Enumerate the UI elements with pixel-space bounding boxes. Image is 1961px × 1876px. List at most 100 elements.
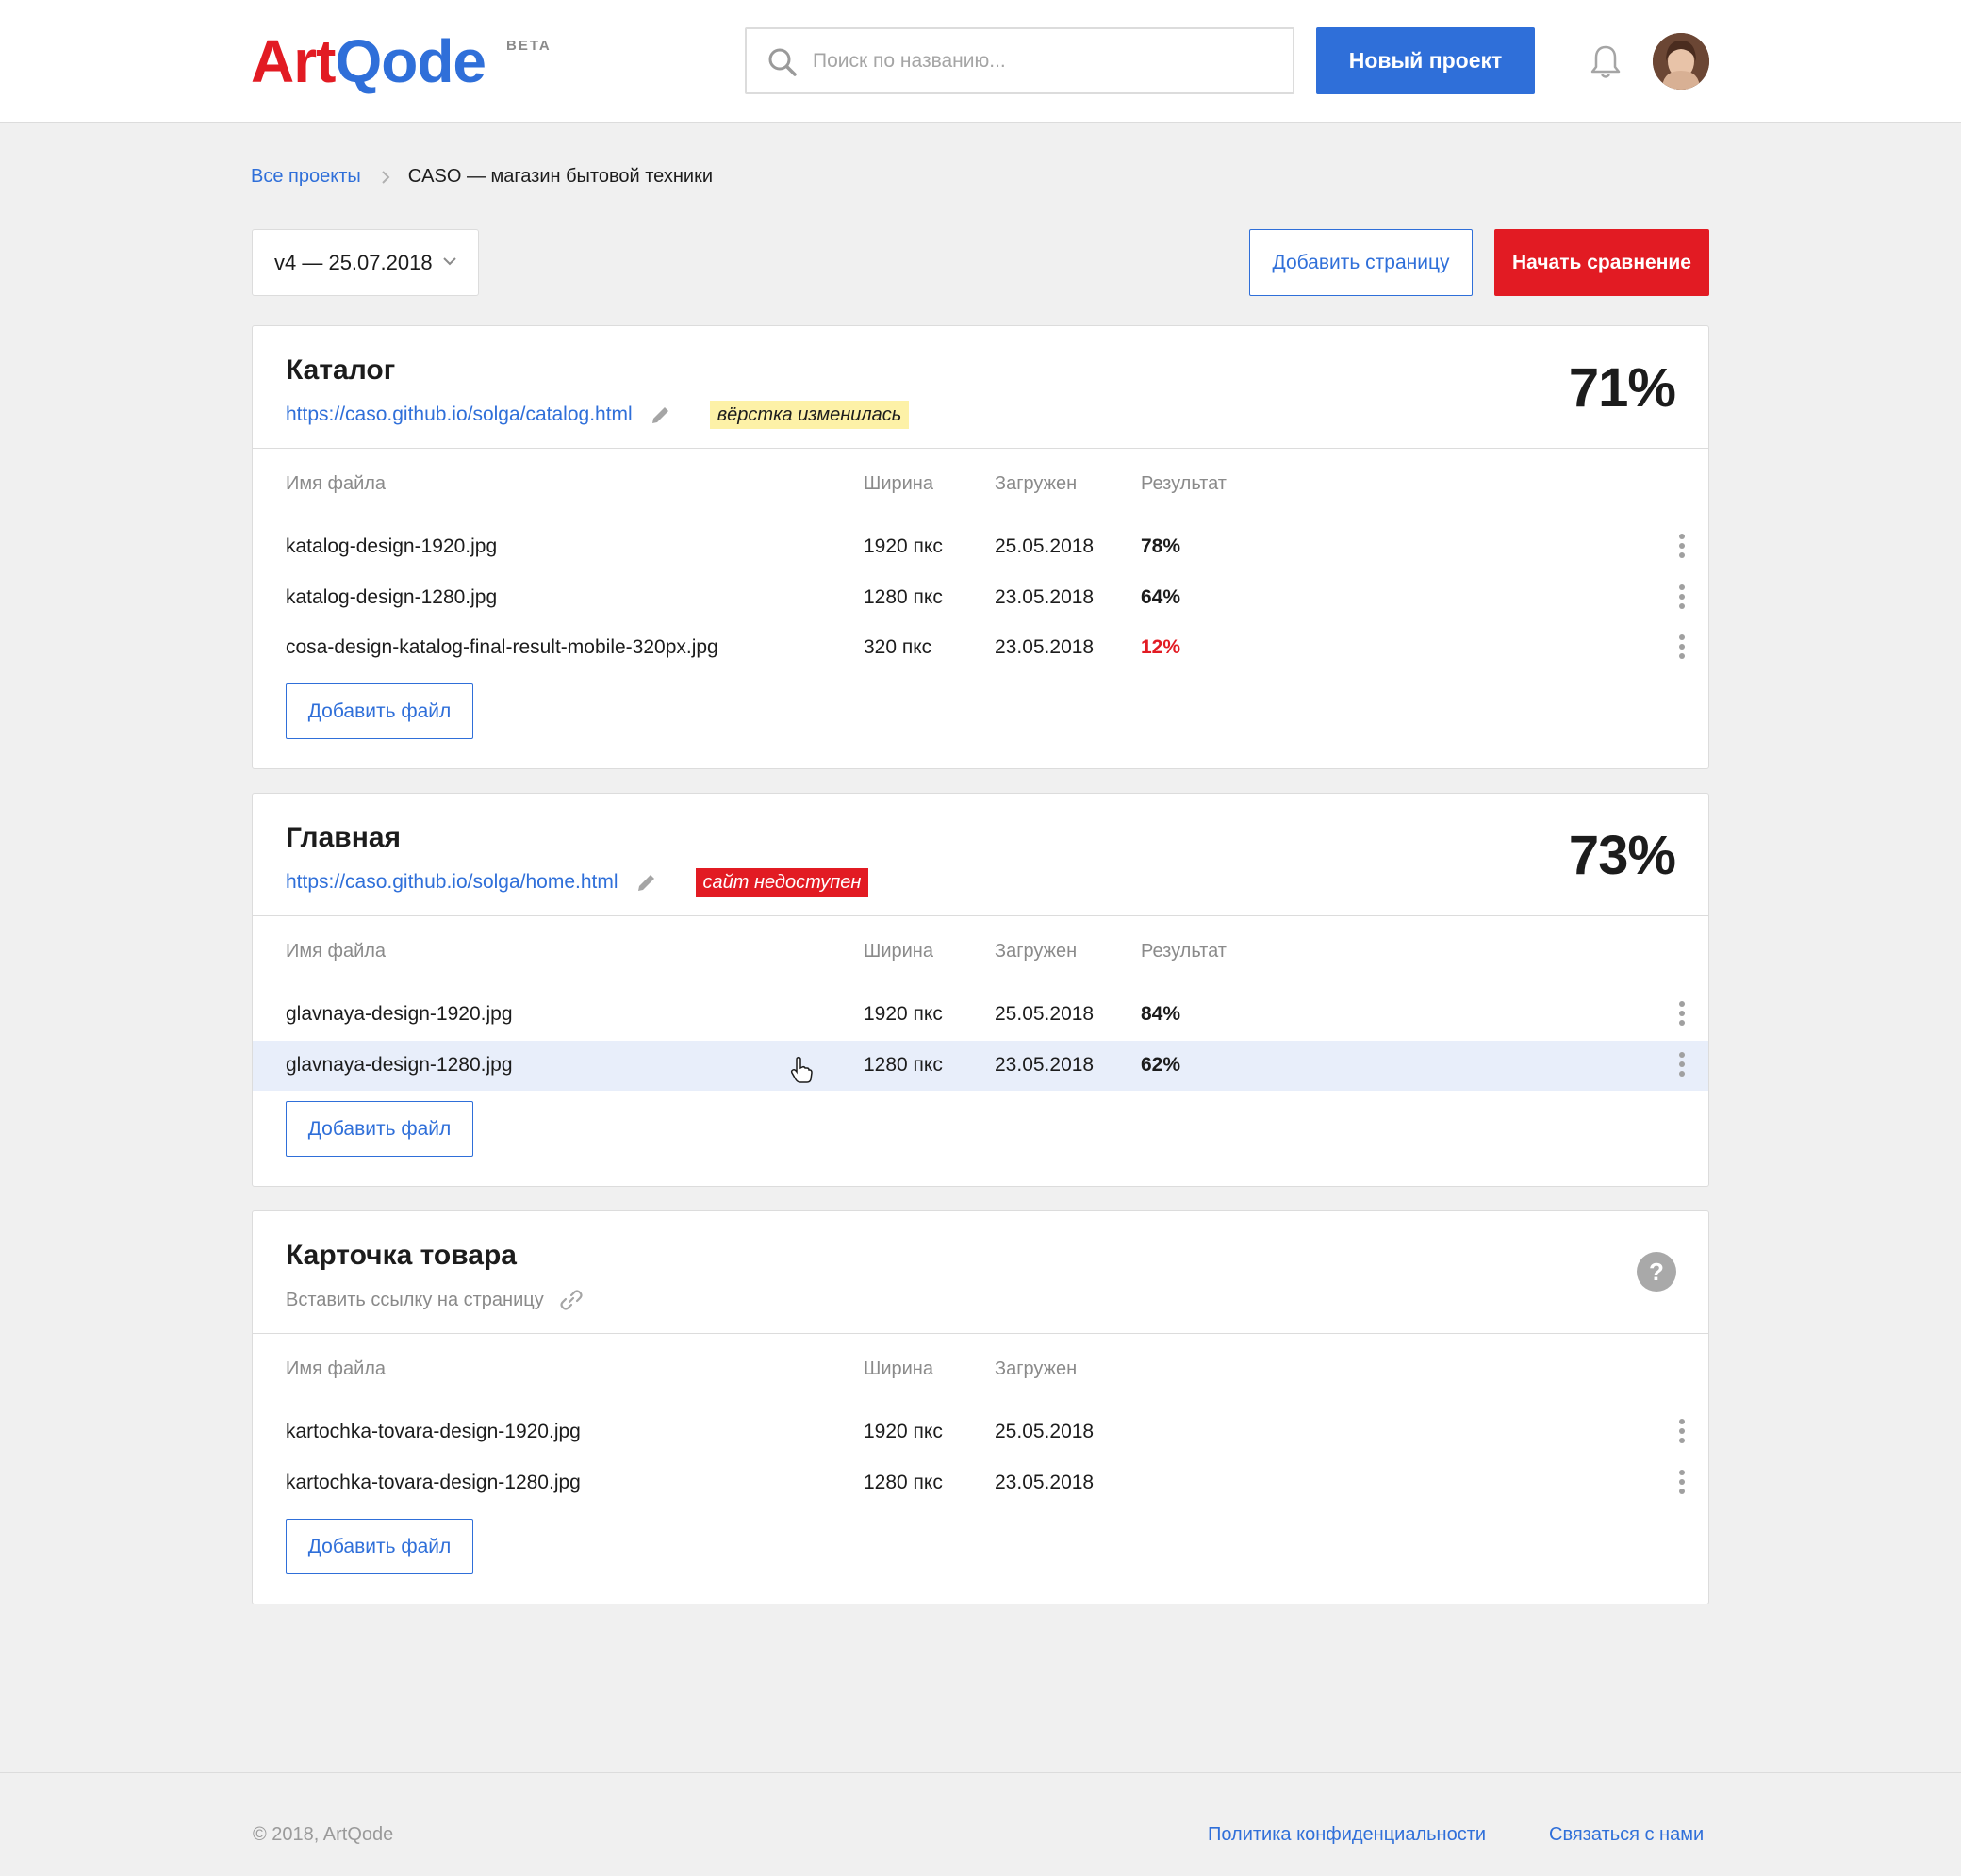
contact-link[interactable]: Связаться с нами (1549, 1824, 1704, 1846)
file-name: glavnaya-design-1280.jpg (286, 1053, 513, 1076)
more-vertical-icon[interactable] (1677, 584, 1687, 611)
page-url-link[interactable]: https://caso.github.io/solga/home.html (286, 871, 618, 894)
column-header-name: Имя файла (286, 941, 387, 962)
page-percent: 73% (1568, 825, 1676, 886)
file-date: 25.05.2018 (995, 535, 1095, 557)
file-result: 62% (1141, 1053, 1181, 1076)
table-row[interactable]: cosa-design-katalog-final-result-mobile-… (253, 623, 1708, 674)
status-badge: сайт недоступен (695, 868, 869, 897)
copyright: © 2018, ArtQode (253, 1824, 394, 1845)
table-header: Имя файла Ширина Загружен Результат (253, 449, 1708, 522)
chevron-right-icon (382, 170, 390, 184)
file-date: 23.05.2018 (995, 585, 1095, 608)
add-file-button[interactable]: Добавить файл (286, 683, 473, 739)
version-select[interactable]: v4 — 25.07.2018 (252, 229, 479, 296)
table-row[interactable]: katalog-design-1920.jpg 1920 пкс 25.05.2… (253, 522, 1708, 573)
avatar-image (1653, 33, 1709, 90)
file-width: 1920 пкс (864, 1421, 943, 1442)
page-url-row[interactable]: Вставить ссылку на страницу (286, 1285, 584, 1315)
files-table: Имя файла Ширина Загружен Результат glav… (253, 916, 1708, 1091)
link-icon[interactable] (559, 1288, 584, 1312)
column-header-result: Результат (1141, 473, 1227, 494)
file-width: 1920 пкс (864, 535, 943, 557)
file-result: 64% (1141, 585, 1181, 608)
top-header: ArtQode BETA Новый проект (0, 0, 1961, 123)
breadcrumb: Все проекты CASO — магазин бытовой техни… (251, 166, 713, 188)
column-header-width: Ширина (864, 941, 933, 962)
chevron-down-icon (443, 257, 456, 266)
table-row[interactable]: katalog-design-1280.jpg 1280 пкс 23.05.2… (253, 573, 1708, 624)
logo-qode: Qode (335, 27, 486, 95)
table-row[interactable]: kartochka-tovara-design-1920.jpg 1920 пк… (253, 1407, 1708, 1458)
file-name: katalog-design-1920.jpg (286, 535, 498, 557)
column-header-width: Ширина (864, 1358, 933, 1379)
column-header-result: Результат (1141, 941, 1227, 962)
new-project-button[interactable]: Новый проект (1316, 27, 1535, 94)
file-width: 1280 пкс (864, 1471, 943, 1493)
privacy-policy-link[interactable]: Политика конфиденциальности (1208, 1824, 1486, 1846)
more-vertical-icon[interactable] (1677, 1419, 1687, 1445)
column-header-name: Имя файла (286, 473, 387, 494)
file-name: katalog-design-1280.jpg (286, 585, 498, 608)
version-value: v4 — 25.07.2018 (274, 250, 433, 274)
add-file-button[interactable]: Добавить файл (286, 1519, 473, 1574)
card-header: Главная https://caso.github.io/solga/hom… (253, 794, 1708, 916)
more-vertical-icon[interactable] (1677, 634, 1687, 661)
table-row[interactable]: glavnaya-design-1920.jpg 1920 пкс 25.05.… (253, 990, 1708, 1041)
add-page-button[interactable]: Добавить страницу (1249, 229, 1473, 296)
add-file-button[interactable]: Добавить файл (286, 1101, 473, 1157)
page-url-link[interactable]: https://caso.github.io/solga/catalog.htm… (286, 403, 633, 426)
more-vertical-icon[interactable] (1677, 1051, 1687, 1078)
bell-icon[interactable] (1590, 44, 1622, 80)
more-vertical-icon[interactable] (1677, 1001, 1687, 1028)
file-name: kartochka-tovara-design-1920.jpg (286, 1421, 581, 1442)
page-url-row: https://caso.github.io/solga/home.html с… (286, 867, 869, 897)
page-url-row: https://caso.github.io/solga/catalog.htm… (286, 400, 910, 430)
file-date: 25.05.2018 (995, 1003, 1095, 1025)
card-header: Каталог https://caso.github.io/solga/cat… (253, 326, 1708, 449)
column-header-name: Имя файла (286, 1358, 387, 1379)
file-result: 78% (1141, 535, 1181, 557)
search-input[interactable] (813, 29, 1275, 92)
column-header-uploaded: Загружен (995, 1358, 1078, 1379)
search-icon (768, 48, 797, 76)
page-card-home: Главная https://caso.github.io/solga/hom… (252, 793, 1709, 1187)
artqode-logo[interactable]: ArtQode (251, 28, 486, 94)
table-row[interactable]: glavnaya-design-1280.jpg 1280 пкс 23.05.… (253, 1040, 1708, 1091)
status-badge: вёрстка изменилась (709, 401, 910, 429)
page-title: Главная (286, 822, 402, 853)
pencil-icon[interactable] (650, 403, 672, 426)
card-header: Карточка товара Вставить ссылку на стран… (253, 1211, 1708, 1334)
column-header-uploaded: Загружен (995, 941, 1078, 962)
file-width: 1280 пкс (864, 585, 943, 608)
logo-art: Art (251, 27, 336, 95)
breadcrumb-current: CASO — магазин бытовой техники (407, 166, 713, 187)
search-box[interactable] (745, 27, 1294, 94)
file-name: glavnaya-design-1920.jpg (286, 1003, 513, 1025)
more-vertical-icon[interactable] (1677, 1469, 1687, 1496)
page-percent: 71% (1568, 357, 1676, 419)
file-width: 1920 пкс (864, 1003, 943, 1025)
pencil-icon[interactable] (635, 871, 658, 894)
file-result: 12% (1141, 636, 1181, 658)
help-icon[interactable]: ? (1637, 1252, 1676, 1292)
table-header: Имя файла Ширина Загружен (253, 1334, 1708, 1407)
page-title: Каталог (286, 354, 396, 386)
start-compare-button[interactable]: Начать сравнение (1494, 229, 1709, 296)
breadcrumb-all-projects[interactable]: Все проекты (251, 166, 361, 188)
hand-cursor-icon (790, 1056, 813, 1083)
user-avatar[interactable] (1653, 33, 1709, 90)
footer: © 2018, ArtQode Политика конфиденциально… (0, 1772, 1961, 1876)
file-result: 84% (1141, 1003, 1181, 1025)
table-row[interactable]: kartochka-tovara-design-1280.jpg 1280 пк… (253, 1458, 1708, 1509)
file-date: 25.05.2018 (995, 1421, 1095, 1442)
more-vertical-icon[interactable] (1677, 534, 1687, 560)
page-card-catalog: Каталог https://caso.github.io/solga/cat… (252, 325, 1709, 769)
file-name: cosa-design-katalog-final-result-mobile-… (286, 636, 718, 658)
files-table: Имя файла Ширина Загружен kartochka-tova… (253, 1334, 1708, 1508)
page-card-product: Карточка товара Вставить ссылку на стран… (252, 1210, 1709, 1604)
url-placeholder[interactable]: Вставить ссылку на страницу (286, 1290, 544, 1311)
column-header-uploaded: Загружен (995, 473, 1078, 494)
file-width: 1280 пкс (864, 1053, 943, 1076)
file-name: kartochka-tovara-design-1280.jpg (286, 1471, 581, 1493)
